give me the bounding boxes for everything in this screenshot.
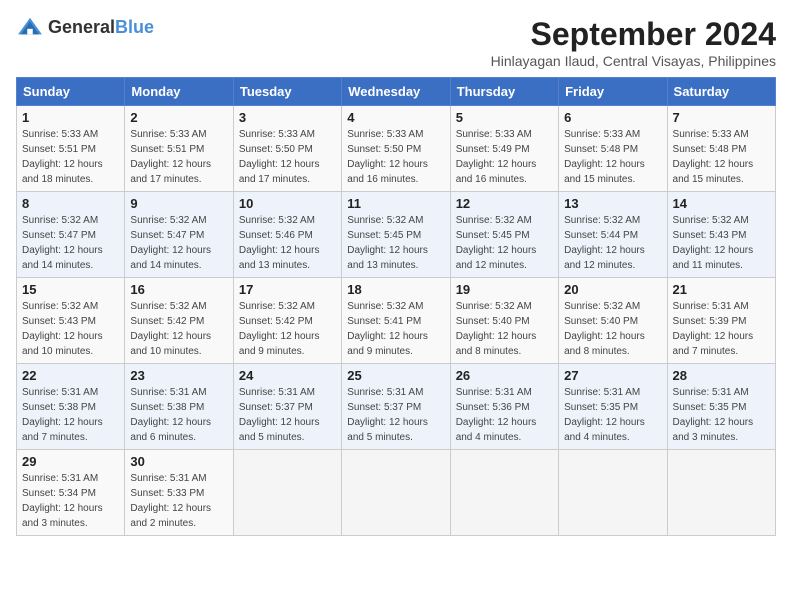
table-row: 19 Sunrise: 5:32 AM Sunset: 5:40 PM Dayl… <box>450 278 558 364</box>
table-row: 23 Sunrise: 5:31 AM Sunset: 5:38 PM Dayl… <box>125 364 233 450</box>
table-row: 28 Sunrise: 5:31 AM Sunset: 5:35 PM Dayl… <box>667 364 775 450</box>
logo-text-general: General <box>48 17 115 37</box>
table-row: 4 Sunrise: 5:33 AM Sunset: 5:50 PM Dayli… <box>342 106 450 192</box>
table-row: 18 Sunrise: 5:32 AM Sunset: 5:41 PM Dayl… <box>342 278 450 364</box>
logo-icon <box>16 16 44 38</box>
week-row-3: 15 Sunrise: 5:32 AM Sunset: 5:43 PM Dayl… <box>17 278 776 364</box>
week-row-4: 22 Sunrise: 5:31 AM Sunset: 5:38 PM Dayl… <box>17 364 776 450</box>
week-row-1: 1 Sunrise: 5:33 AM Sunset: 5:51 PM Dayli… <box>17 106 776 192</box>
header-sunday: Sunday <box>17 78 125 106</box>
week-row-5: 29 Sunrise: 5:31 AM Sunset: 5:34 PM Dayl… <box>17 450 776 536</box>
header-tuesday: Tuesday <box>233 78 341 106</box>
table-row: 10 Sunrise: 5:32 AM Sunset: 5:46 PM Dayl… <box>233 192 341 278</box>
week-row-2: 8 Sunrise: 5:32 AM Sunset: 5:47 PM Dayli… <box>17 192 776 278</box>
table-row: 17 Sunrise: 5:32 AM Sunset: 5:42 PM Dayl… <box>233 278 341 364</box>
table-row: 27 Sunrise: 5:31 AM Sunset: 5:35 PM Dayl… <box>559 364 667 450</box>
month-title: September 2024 <box>491 16 776 53</box>
table-row: 24 Sunrise: 5:31 AM Sunset: 5:37 PM Dayl… <box>233 364 341 450</box>
table-row: 8 Sunrise: 5:32 AM Sunset: 5:47 PM Dayli… <box>17 192 125 278</box>
table-row <box>450 450 558 536</box>
table-row: 22 Sunrise: 5:31 AM Sunset: 5:38 PM Dayl… <box>17 364 125 450</box>
table-row: 16 Sunrise: 5:32 AM Sunset: 5:42 PM Dayl… <box>125 278 233 364</box>
calendar-table: Sunday Monday Tuesday Wednesday Thursday… <box>16 77 776 536</box>
table-row: 25 Sunrise: 5:31 AM Sunset: 5:37 PM Dayl… <box>342 364 450 450</box>
logo-text-blue: Blue <box>115 17 154 37</box>
header-monday: Monday <box>125 78 233 106</box>
location-title: Hinlayagan Ilaud, Central Visayas, Phili… <box>491 53 776 69</box>
table-row: 29 Sunrise: 5:31 AM Sunset: 5:34 PM Dayl… <box>17 450 125 536</box>
calendar-header-row: Sunday Monday Tuesday Wednesday Thursday… <box>17 78 776 106</box>
table-row: 11 Sunrise: 5:32 AM Sunset: 5:45 PM Dayl… <box>342 192 450 278</box>
table-row <box>233 450 341 536</box>
table-row: 9 Sunrise: 5:32 AM Sunset: 5:47 PM Dayli… <box>125 192 233 278</box>
table-row: 5 Sunrise: 5:33 AM Sunset: 5:49 PM Dayli… <box>450 106 558 192</box>
page-header: GeneralBlue September 2024 Hinlayagan Il… <box>16 16 776 69</box>
table-row <box>342 450 450 536</box>
table-row <box>667 450 775 536</box>
table-row: 21 Sunrise: 5:31 AM Sunset: 5:39 PM Dayl… <box>667 278 775 364</box>
table-row: 15 Sunrise: 5:32 AM Sunset: 5:43 PM Dayl… <box>17 278 125 364</box>
table-row: 7 Sunrise: 5:33 AM Sunset: 5:48 PM Dayli… <box>667 106 775 192</box>
table-row: 14 Sunrise: 5:32 AM Sunset: 5:43 PM Dayl… <box>667 192 775 278</box>
header-wednesday: Wednesday <box>342 78 450 106</box>
table-row: 2 Sunrise: 5:33 AM Sunset: 5:51 PM Dayli… <box>125 106 233 192</box>
table-row: 26 Sunrise: 5:31 AM Sunset: 5:36 PM Dayl… <box>450 364 558 450</box>
header-friday: Friday <box>559 78 667 106</box>
table-row: 1 Sunrise: 5:33 AM Sunset: 5:51 PM Dayli… <box>17 106 125 192</box>
table-row: 30 Sunrise: 5:31 AM Sunset: 5:33 PM Dayl… <box>125 450 233 536</box>
header-thursday: Thursday <box>450 78 558 106</box>
table-row: 12 Sunrise: 5:32 AM Sunset: 5:45 PM Dayl… <box>450 192 558 278</box>
table-row: 13 Sunrise: 5:32 AM Sunset: 5:44 PM Dayl… <box>559 192 667 278</box>
title-area: September 2024 Hinlayagan Ilaud, Central… <box>491 16 776 69</box>
table-row <box>559 450 667 536</box>
table-row: 20 Sunrise: 5:32 AM Sunset: 5:40 PM Dayl… <box>559 278 667 364</box>
header-saturday: Saturday <box>667 78 775 106</box>
logo: GeneralBlue <box>16 16 154 38</box>
table-row: 6 Sunrise: 5:33 AM Sunset: 5:48 PM Dayli… <box>559 106 667 192</box>
table-row: 3 Sunrise: 5:33 AM Sunset: 5:50 PM Dayli… <box>233 106 341 192</box>
